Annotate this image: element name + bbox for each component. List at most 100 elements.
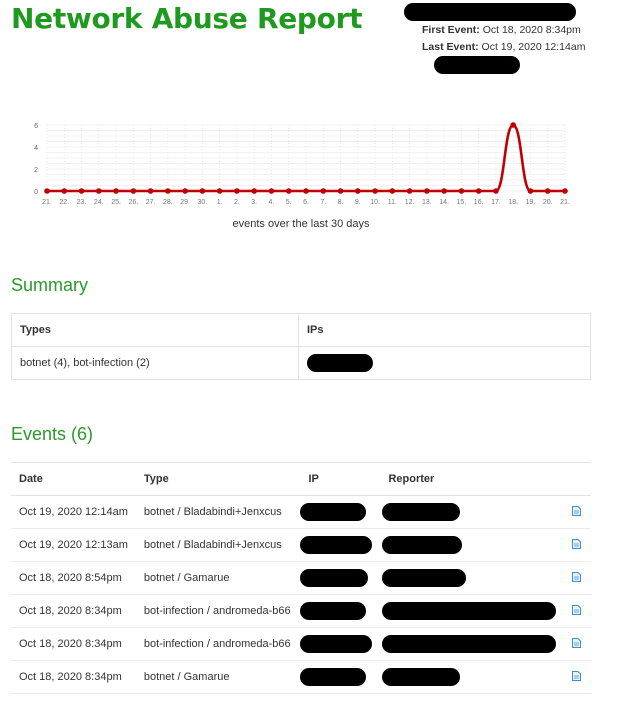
redacted-block bbox=[300, 536, 373, 554]
event-ip bbox=[300, 594, 381, 628]
redacted-block bbox=[382, 602, 557, 620]
data-point bbox=[61, 188, 68, 194]
first-event: First Event: Oct 18, 2020 8:34pm bbox=[422, 24, 581, 36]
x-tick-label: 20. bbox=[543, 199, 553, 206]
event-ip bbox=[300, 561, 381, 595]
events-body: Oct 19, 2020 12:14am botnet / Bladabindi+… bbox=[11, 495, 591, 694]
data-point bbox=[165, 188, 171, 194]
data-point bbox=[303, 188, 309, 194]
event-type: bot-infection / andromeda-b66 bbox=[135, 594, 301, 628]
redacted-block bbox=[300, 635, 373, 653]
x-tick-label: 11. bbox=[388, 199, 397, 206]
data-point bbox=[337, 188, 344, 194]
report-link[interactable] bbox=[564, 495, 591, 529]
redacted-block bbox=[300, 668, 367, 686]
x-tick-label: 13. bbox=[422, 199, 432, 206]
summary-header-types: Types bbox=[11, 313, 299, 347]
data-point bbox=[44, 188, 50, 194]
last-event-value: Oct 19, 2020 12:14am bbox=[481, 41, 586, 53]
events-header-type: Type bbox=[135, 462, 301, 496]
report-link[interactable] bbox=[564, 528, 591, 562]
event-type: bot-infection / andromeda-b66 bbox=[135, 627, 301, 661]
chart-caption: events over the last 30 days bbox=[232, 218, 370, 230]
x-tick-label: 4. bbox=[269, 199, 275, 206]
event-ip bbox=[300, 627, 381, 661]
data-point bbox=[355, 188, 361, 194]
report-link[interactable] bbox=[564, 627, 591, 661]
data-point bbox=[389, 188, 396, 194]
data-point bbox=[182, 188, 188, 194]
x-tick-label: 16. bbox=[474, 199, 484, 206]
data-point bbox=[96, 188, 102, 194]
x-tick-label: 21. bbox=[560, 199, 570, 206]
redacted-block bbox=[382, 569, 467, 587]
event-ip bbox=[300, 528, 381, 562]
summary-types-value: botnet (4), bot-infection (2) bbox=[11, 346, 299, 380]
x-tick-label: 8. bbox=[338, 199, 344, 206]
data-point bbox=[268, 188, 275, 194]
event-reporter bbox=[380, 660, 565, 694]
x-tick-label: 25. bbox=[111, 199, 121, 206]
x-tick-label: 30. bbox=[198, 199, 208, 206]
data-point bbox=[424, 188, 430, 194]
table-row: Oct 18, 2020 8:34pm bot-infection / andro… bbox=[11, 627, 591, 661]
document-icon[interactable] bbox=[572, 604, 582, 615]
x-tick-label: 10. bbox=[370, 199, 380, 206]
report-link[interactable] bbox=[564, 594, 591, 628]
x-tick-label: 14. bbox=[439, 199, 449, 206]
summary-header-row: Types IPs bbox=[11, 313, 591, 347]
events-header-ip: IP bbox=[300, 462, 381, 496]
x-tick-label: 24. bbox=[94, 199, 104, 206]
document-icon[interactable] bbox=[572, 637, 582, 648]
data-point bbox=[406, 188, 413, 194]
x-tick-label: 3. bbox=[251, 199, 257, 206]
summary-title: Summary bbox=[11, 275, 89, 295]
event-reporter bbox=[380, 495, 565, 529]
event-date: Oct 18, 2020 8:34pm bbox=[11, 660, 136, 694]
event-type: botnet / Bladabindi+Jenxcus bbox=[135, 495, 301, 529]
x-tick-label: 7. bbox=[320, 199, 326, 206]
redacted-block bbox=[434, 56, 520, 74]
data-point bbox=[147, 188, 154, 194]
x-tick-label: 17. bbox=[491, 199, 501, 206]
document-icon[interactable] bbox=[572, 571, 582, 582]
x-tick-label: 9. bbox=[355, 199, 361, 206]
events-title: Events (6) bbox=[11, 424, 94, 444]
events-chart: 0 2 4 6 21. 22. 23. 24. 25. 26. 27. 28. 29. 30. 1. 2. 3.… bbox=[34, 122, 570, 206]
data-point bbox=[493, 188, 499, 194]
redacted-block bbox=[382, 668, 461, 686]
document-icon[interactable] bbox=[572, 670, 582, 681]
page-title: Network Abuse Report bbox=[11, 2, 363, 35]
x-tick-label: 6. bbox=[303, 199, 309, 206]
x-tick-label: 29. bbox=[180, 199, 190, 206]
y-tick-label: 6 bbox=[34, 123, 38, 130]
x-tick-label: 21. bbox=[42, 199, 52, 206]
summary-header-ips: IPs bbox=[298, 313, 591, 347]
report-link[interactable] bbox=[564, 561, 591, 595]
redacted-block bbox=[404, 3, 576, 21]
redacted-block bbox=[382, 503, 461, 521]
table-row: Oct 19, 2020 12:13am botnet / Bladabindi+… bbox=[11, 528, 591, 562]
data-point bbox=[544, 188, 551, 194]
data-point bbox=[320, 188, 327, 194]
x-tick-label: 2. bbox=[234, 199, 240, 206]
document-icon[interactable] bbox=[572, 538, 582, 549]
summary-row: botnet (4), bot-infection (2) bbox=[11, 346, 591, 380]
events-header-report bbox=[564, 462, 591, 496]
report-link[interactable] bbox=[564, 660, 591, 694]
data-point bbox=[251, 188, 257, 194]
event-type: botnet / Gamarue bbox=[135, 561, 301, 595]
x-tick-label: 27. bbox=[146, 199, 156, 206]
data-point bbox=[130, 188, 137, 194]
event-date: Oct 19, 2020 12:14am bbox=[11, 495, 136, 529]
table-row: Oct 18, 2020 8:34pm botnet / Gamarue bbox=[11, 660, 591, 694]
data-point bbox=[199, 188, 206, 194]
data-point bbox=[113, 188, 119, 194]
event-ip bbox=[300, 660, 381, 694]
event-date: Oct 18, 2020 8:34pm bbox=[11, 594, 136, 628]
x-tick-label: 26. bbox=[128, 199, 138, 206]
data-point bbox=[562, 188, 568, 194]
document-icon[interactable] bbox=[572, 505, 582, 516]
event-reporter bbox=[380, 528, 565, 562]
x-tick-label: 19. bbox=[526, 199, 536, 206]
